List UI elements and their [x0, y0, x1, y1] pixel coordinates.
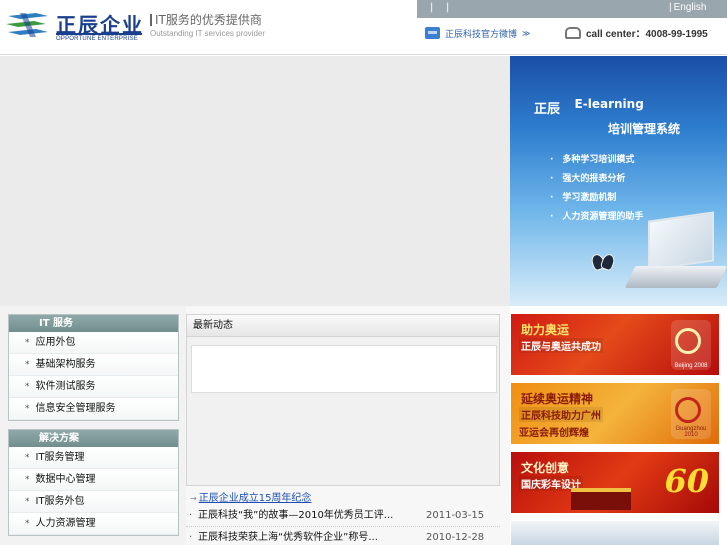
news-panel: 最新动态 — [186, 314, 500, 486]
banner-feature: 强大的报表分析 — [550, 171, 643, 190]
news-list: 正辰科技“我”的故事—2010年优秀员工评... 2011-03-15 正辰科技… — [186, 505, 500, 545]
left-sidebar: IT 服务 应用外包 基础架构服务 软件测试服务 信息安全管理服务 解决方案 I… — [0, 306, 186, 545]
banner-title: 正辰 E-learning — [534, 97, 644, 117]
banner-feature: 学习激励机制 — [550, 190, 643, 209]
weibo-icon — [425, 27, 440, 39]
sixty-anniversary-mark: 60 — [664, 462, 709, 500]
double-chevron-right-icon: ≫ — [522, 28, 531, 38]
page: 正辰企业 OPPORTUNE ENTERPRISE IT服务的优秀提供商 Out… — [0, 0, 727, 545]
call-center-number: call center：4008-99-1995 — [586, 29, 708, 40]
right-ad-column: 助力奥运 正辰与奥运共成功 Beijing 2008 延续奥运精神 正辰科技助力… — [510, 306, 727, 545]
banner-feature: 多种学习培训模式 — [550, 152, 643, 171]
sidebar-item[interactable]: 信息安全管理服务 — [9, 398, 178, 420]
weibo-link-label: 正辰科技官方微博 — [445, 29, 518, 40]
national-day-ad[interactable]: 文化创意 国庆彩车设计 60 — [511, 452, 719, 513]
elearning-banner[interactable]: 正辰 E-learning 培训管理系统 多种学习培训模式 强大的报表分析 学习… — [510, 56, 727, 306]
news-date: 2010-12-28 — [426, 532, 485, 543]
sidebar-item[interactable]: 人力资源管理 — [9, 513, 178, 535]
butterfly-icon — [592, 252, 614, 274]
asian-games-ad[interactable]: 延续奥运精神 正辰科技助力广州 亚运会再创辉煌 Guangzhou 2010 — [511, 383, 719, 444]
sidebar-item[interactable]: 软件测试服务 — [9, 376, 178, 398]
emblem-ring — [675, 397, 701, 423]
logo-english-text: OPPORTUNE ENTERPRISE — [56, 33, 142, 42]
asian-games-emblem-icon: Guangzhou 2010 — [671, 389, 711, 439]
news-item[interactable]: 正辰科技荣获上海“优秀软件企业”称号... 2010-12-28 — [186, 527, 500, 545]
banner-subtitle: 培训管理系统 — [608, 122, 681, 136]
emblem-ring — [675, 328, 701, 354]
main-content: 最新动态 正辰企业成立15周年纪念 正辰科技“我”的故事—2010年优秀员工评.… — [186, 306, 510, 545]
header: 正辰企业 OPPORTUNE ENTERPRISE IT服务的优秀提供商 Out… — [0, 0, 727, 55]
laptop-screen — [648, 211, 714, 271]
olympic-emblem-icon: Beijing 2008 — [671, 320, 711, 370]
news-title[interactable]: 正辰科技“我”的故事—2010年优秀员工评... — [198, 510, 393, 521]
news-item[interactable]: 正辰科技“我”的故事—2010年优秀员工评... 2011-03-15 — [186, 505, 500, 527]
map-ad[interactable] — [511, 521, 719, 545]
olympics-ad[interactable]: 助力奥运 正辰与奥运共成功 Beijing 2008 — [511, 314, 719, 375]
topbar-separator: | — [446, 2, 450, 13]
sidebar-item[interactable]: 应用外包 — [9, 332, 178, 354]
panel-body — [191, 345, 497, 393]
sidebar-item[interactable]: 数据中心管理 — [9, 469, 178, 491]
sidebar-item[interactable]: IT服务管理 — [9, 447, 178, 469]
phone-icon — [565, 26, 581, 39]
news-title[interactable]: 正辰科技荣获上海“优秀软件企业”称号... — [198, 532, 378, 543]
emblem-caption: Guangzhou 2010 — [675, 426, 707, 438]
ad-heading: 文化创意 — [521, 461, 570, 475]
laptop-base — [624, 266, 727, 288]
top-link-bar: | | English — [417, 0, 727, 18]
topbar-separator: | — [430, 2, 434, 13]
weibo-link[interactable]: 正辰科技官方微博 ≫ — [425, 26, 530, 40]
slogan-chinese: IT服务的优秀提供商 — [150, 14, 262, 26]
menu-header: 解决方案 — [9, 430, 178, 447]
emblem-caption: Beijing 2008 — [674, 363, 708, 369]
banner-placeholder — [0, 56, 510, 306]
it-services-menu: IT 服务 应用外包 基础架构服务 软件测试服务 信息安全管理服务 — [8, 314, 179, 421]
sidebar-item[interactable]: IT服务外包 — [9, 491, 178, 513]
ad-text: 正辰与奥运共成功 — [519, 338, 603, 353]
ad-heading: 延续奥运精神 — [521, 392, 594, 406]
slogan-english: Outstanding IT services provider — [150, 29, 266, 38]
logo-mark-icon[interactable] — [6, 11, 50, 39]
ad-text: 正辰科技助力广州 — [519, 407, 603, 422]
english-language-link[interactable]: English — [669, 2, 707, 13]
tiananmen-gate-icon — [571, 488, 631, 510]
sidebar-item[interactable]: 基础架构服务 — [9, 354, 178, 376]
laptop-illustration — [624, 211, 727, 296]
ad-heading: 助力奥运 — [521, 323, 570, 337]
call-center: call center：4008-99-1995 — [565, 25, 708, 40]
solutions-menu: 解决方案 IT服务管理 数据中心管理 IT服务外包 人力资源管理 — [8, 429, 179, 536]
menu-header: IT 服务 — [9, 315, 178, 332]
banner-title-en: E-learning — [574, 97, 644, 111]
ad-text: 亚运会再创辉煌 — [519, 428, 589, 439]
news-date: 2011-03-15 — [426, 510, 485, 521]
anniversary-link[interactable]: 正辰企业成立15周年纪念 — [190, 489, 312, 504]
panel-title: 最新动态 — [187, 315, 499, 337]
banner-brand: 正辰 — [534, 102, 561, 117]
